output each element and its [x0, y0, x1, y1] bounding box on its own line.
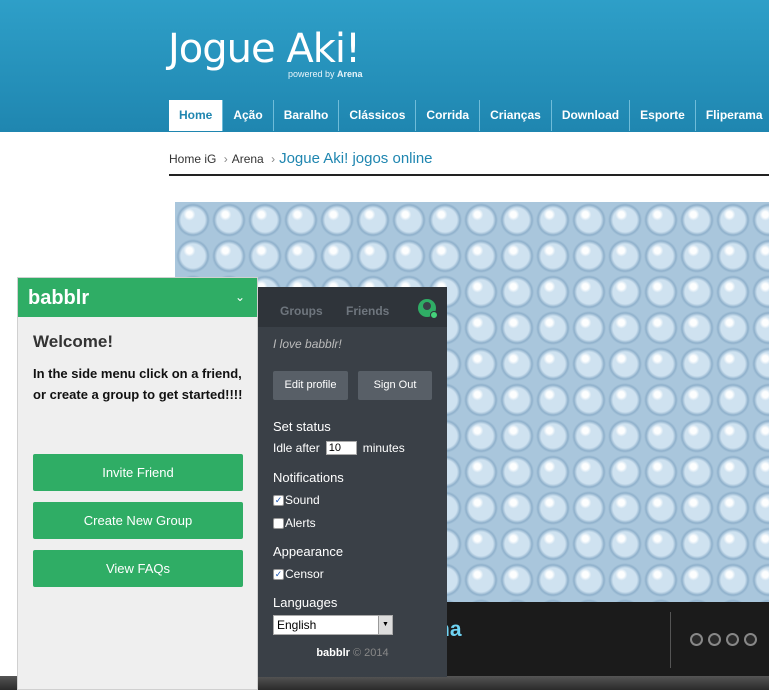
breadcrumb-home[interactable]: Home iG: [169, 152, 216, 166]
powered-by: powered by Arena: [288, 69, 363, 79]
carousel-dot[interactable]: [690, 633, 703, 646]
language-selected-value: English: [277, 618, 317, 632]
welcome-heading: Welcome!: [33, 332, 113, 351]
breadcrumb-section[interactable]: Arena: [232, 152, 264, 166]
censor-checkbox[interactable]: ✓: [273, 568, 284, 580]
tab-groups[interactable]: Groups: [280, 304, 323, 318]
sound-checkbox[interactable]: ✓: [273, 494, 284, 506]
invite-friend-button[interactable]: Invite Friend: [33, 454, 243, 491]
game-bar-divider: [670, 612, 671, 668]
nav-fliperama[interactable]: Fliperama: [696, 100, 769, 131]
carousel-dots: [690, 633, 757, 646]
carousel-dot[interactable]: [744, 633, 757, 646]
idle-prefix-label: Idle after: [273, 441, 320, 455]
censor-label: Censor: [285, 567, 324, 581]
breadcrumb: Home iG › Arena › Jogue Aki! jogos online: [169, 150, 433, 167]
language-select[interactable]: English ▼: [273, 615, 393, 635]
breadcrumb-separator: ›: [271, 152, 276, 166]
sign-out-button[interactable]: Sign Out: [358, 371, 432, 400]
nav-home[interactable]: Home: [169, 100, 224, 131]
notifications-heading: Notifications: [273, 470, 344, 485]
alerts-checkbox[interactable]: [273, 517, 284, 529]
alerts-row: Alerts: [273, 516, 316, 530]
nav-criancas[interactable]: Crianças: [480, 100, 552, 131]
breadcrumb-current: Jogue Aki! jogos online: [279, 150, 433, 167]
idle-row: Idle after 10 minutes: [273, 441, 405, 455]
tab-friends[interactable]: Friends: [346, 304, 389, 318]
footer-copyright: © 2014: [353, 647, 389, 659]
breadcrumb-separator: ›: [223, 152, 228, 166]
carousel-dot[interactable]: [708, 633, 721, 646]
dropdown-arrow-icon: ▼: [378, 616, 392, 634]
alerts-label: Alerts: [285, 516, 316, 530]
idle-suffix-label: minutes: [362, 441, 405, 455]
chevron-down-icon[interactable]: ⌄: [235, 290, 245, 304]
nav-classicos[interactable]: Clássicos: [339, 100, 417, 131]
nav-baralho[interactable]: Baralho: [274, 100, 340, 131]
main-nav: Home Ação Baralho Clássicos Corrida Cria…: [169, 100, 769, 131]
create-new-group-button[interactable]: Create New Group: [33, 502, 243, 539]
online-status-icon: [430, 311, 438, 319]
babblr-panel: babblr ⌄ Welcome! In the side menu click…: [17, 277, 258, 690]
set-status-heading: Set status: [273, 419, 331, 434]
languages-heading: Languages: [273, 595, 338, 610]
site-header: Jogue Aki! powered by Arena Home Ação Ba…: [0, 0, 769, 132]
idle-minutes-input[interactable]: 10: [325, 441, 357, 455]
babblr-brand: babblr: [28, 287, 90, 309]
babblr-footer: babblr © 2014: [258, 647, 447, 659]
settings-tabs: Groups Friends: [258, 287, 447, 327]
babblr-settings-panel: Groups Friends I love babblr! Edit profi…: [258, 287, 447, 677]
view-faqs-button[interactable]: View FAQs: [33, 550, 243, 587]
babblr-header[interactable]: babblr ⌄: [18, 278, 257, 317]
sound-label: Sound: [285, 493, 320, 507]
appearance-heading: Appearance: [273, 544, 344, 559]
censor-row: ✓ Censor: [273, 567, 324, 581]
sound-row: ✓ Sound: [273, 493, 320, 507]
nav-download[interactable]: Download: [552, 100, 631, 131]
powered-by-label: powered by: [288, 69, 335, 79]
nav-acao[interactable]: Ação: [223, 100, 274, 131]
welcome-instructions: In the side menu click on a friend, or c…: [33, 366, 243, 402]
nav-corrida[interactable]: Corrida: [416, 100, 481, 131]
carousel-dot[interactable]: [726, 633, 739, 646]
site-logo[interactable]: Jogue Aki!: [168, 26, 361, 72]
profile-motto: I love babblr!: [273, 337, 342, 351]
edit-profile-button[interactable]: Edit profile: [273, 371, 348, 400]
footer-brand: babblr: [316, 647, 350, 659]
powered-by-brand: Arena: [337, 69, 363, 79]
nav-esporte[interactable]: Esporte: [630, 100, 696, 131]
breadcrumb-divider: [169, 174, 769, 176]
